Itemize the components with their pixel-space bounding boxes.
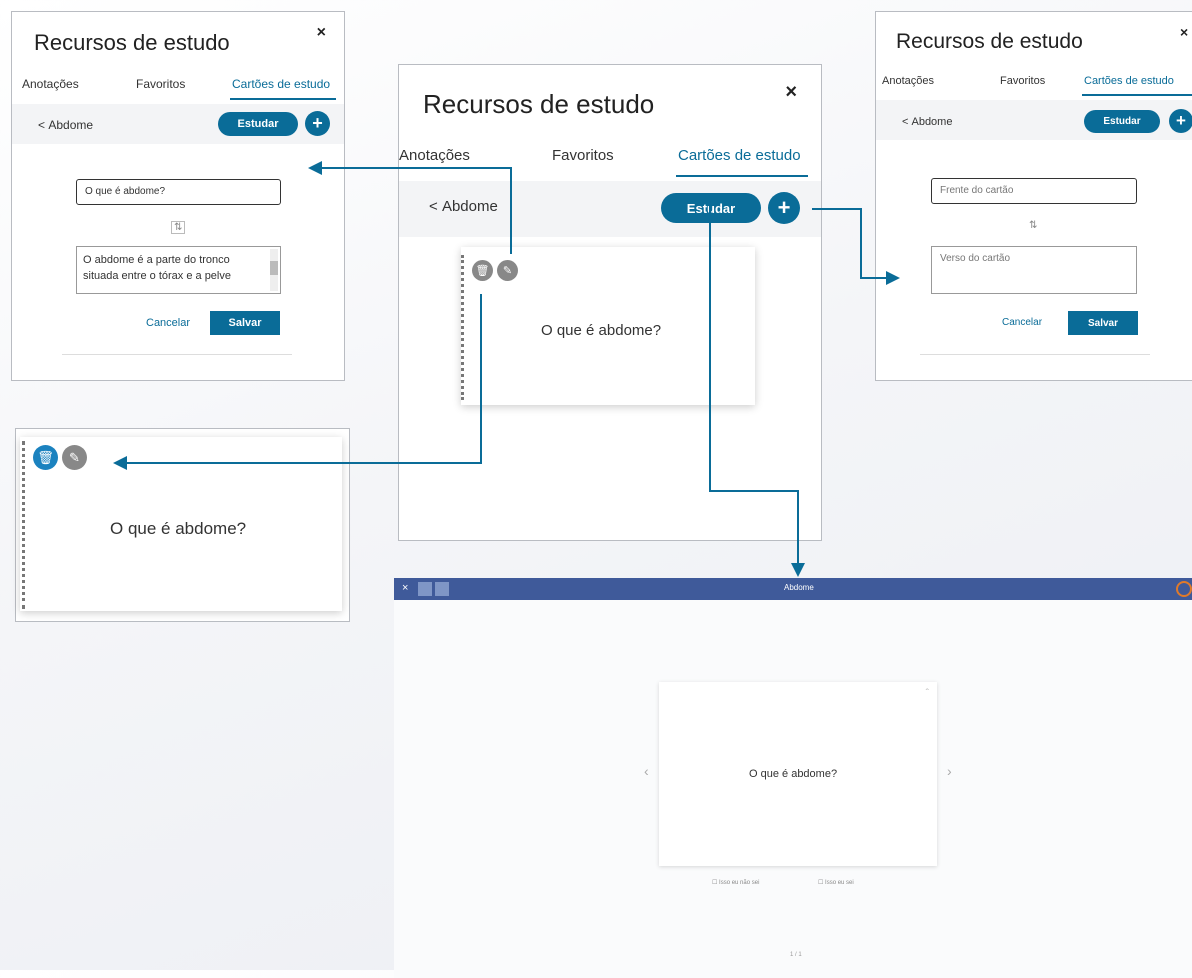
back-label: Abdome bbox=[441, 198, 498, 215]
chevron-left-icon: < bbox=[429, 198, 442, 215]
arrowhead-down-icon bbox=[791, 563, 805, 577]
study-title: Abdome bbox=[784, 583, 814, 592]
tab-cartoes[interactable]: Cartões de estudo bbox=[1084, 75, 1174, 87]
card-spine bbox=[461, 255, 464, 400]
cancel-button[interactable]: Cancelar bbox=[1002, 317, 1042, 328]
dont-know-button[interactable]: ☐ Isso eu não sei bbox=[712, 879, 759, 886]
trash-icon[interactable]: 🗑 bbox=[33, 445, 58, 470]
edit-card-panel: Recursos de estudo × Anotações Favoritos… bbox=[11, 11, 345, 381]
tab-anotacoes[interactable]: Anotações bbox=[399, 147, 470, 164]
save-button[interactable]: Salvar bbox=[210, 311, 280, 335]
pencil-icon[interactable]: ✎ bbox=[62, 445, 87, 470]
connector-line bbox=[860, 277, 888, 279]
card-menu-icon[interactable]: ˆ bbox=[926, 688, 929, 699]
study-card[interactable]: ˆ O que é abdome? bbox=[659, 682, 937, 866]
add-card-button[interactable]: + bbox=[768, 192, 800, 224]
panel-title: Recursos de estudo bbox=[34, 30, 230, 55]
thumbs-up-icon: ☐ bbox=[818, 880, 826, 886]
flip-icon[interactable]: ⇅ bbox=[171, 221, 186, 234]
list-icon[interactable] bbox=[435, 582, 449, 596]
add-card-button[interactable]: + bbox=[305, 111, 330, 136]
card-list-panel: Recursos de estudo × Anotações Favoritos… bbox=[398, 64, 822, 541]
connector-line bbox=[322, 167, 512, 169]
card-zoom-panel: 🗑 ✎ O que é abdome? bbox=[15, 428, 350, 622]
connector-line bbox=[126, 462, 482, 464]
panel-title: Recursos de estudo bbox=[896, 30, 1083, 53]
study-button[interactable]: Estudar bbox=[661, 193, 761, 223]
next-arrow[interactable]: › bbox=[947, 763, 952, 779]
tab-favoritos[interactable]: Favoritos bbox=[552, 147, 614, 164]
active-tab-underline bbox=[676, 175, 808, 177]
know-label: Isso eu sei bbox=[825, 880, 854, 886]
study-header: × Abdome bbox=[394, 578, 1192, 600]
arrowhead-right-icon bbox=[886, 271, 900, 285]
connector-line bbox=[860, 208, 862, 279]
dont-know-label: Isso eu não sei bbox=[719, 880, 760, 886]
active-tab-underline bbox=[1082, 94, 1192, 96]
close-icon[interactable]: × bbox=[402, 582, 408, 594]
front-field[interactable]: Frente do cartão bbox=[931, 178, 1137, 204]
flip-icon[interactable]: ⇅ bbox=[1029, 220, 1037, 231]
thumbs-down-icon: ☐ bbox=[712, 880, 720, 886]
back-link[interactable]: < Abdome bbox=[902, 116, 952, 128]
pencil-icon[interactable]: ✎ bbox=[497, 260, 518, 281]
study-view-panel: × Abdome ‹ ˆ O que é abdome? › ☐ Isso eu… bbox=[394, 578, 1192, 978]
page-counter: 1 / 1 bbox=[790, 952, 802, 958]
timer-icon[interactable] bbox=[1176, 581, 1192, 597]
study-button[interactable]: Estudar bbox=[1084, 110, 1160, 133]
trash-icon[interactable]: 🗑 bbox=[472, 260, 493, 281]
front-field[interactable]: O que é abdome? bbox=[76, 179, 281, 205]
card-question: O que é abdome? bbox=[110, 519, 247, 538]
save-button[interactable]: Salvar bbox=[1068, 311, 1138, 335]
back-field[interactable]: O abdome é a parte do tronco situada ent… bbox=[76, 246, 281, 294]
scrollbar[interactable] bbox=[270, 249, 278, 291]
card-spine bbox=[22, 441, 25, 609]
panel-title: Recursos de estudo bbox=[423, 89, 655, 119]
back-label: Abdome bbox=[911, 116, 953, 128]
arrowhead-left-icon bbox=[308, 161, 322, 175]
divider bbox=[920, 354, 1150, 355]
chevron-left-icon: < bbox=[38, 118, 49, 132]
close-button[interactable]: × bbox=[317, 24, 326, 42]
study-question: O que é abdome? bbox=[749, 768, 838, 780]
back-field-text: O abdome é a parte do tronco situada ent… bbox=[83, 254, 231, 282]
close-button[interactable]: × bbox=[1180, 24, 1188, 40]
new-card-panel: Recursos de estudo × Anotações Favoritos… bbox=[875, 11, 1192, 381]
back-label: Abdome bbox=[48, 118, 94, 132]
connector-line bbox=[510, 168, 512, 254]
arrowhead-left-icon bbox=[113, 456, 127, 470]
back-field[interactable]: Verso do cartão bbox=[931, 246, 1137, 294]
connector-line bbox=[797, 490, 799, 564]
tab-anotacoes[interactable]: Anotações bbox=[22, 77, 79, 91]
prev-arrow[interactable]: ‹ bbox=[644, 763, 649, 779]
add-card-button[interactable]: + bbox=[1169, 109, 1192, 133]
know-button[interactable]: ☐ Isso eu sei bbox=[818, 879, 854, 886]
tab-cartoes[interactable]: Cartões de estudo bbox=[232, 77, 330, 91]
back-link[interactable]: < Abdome bbox=[38, 118, 93, 132]
divider bbox=[62, 354, 292, 355]
connector-line bbox=[812, 208, 862, 210]
card-question: O que é abdome? bbox=[541, 322, 662, 339]
tab-favoritos[interactable]: Favoritos bbox=[136, 77, 185, 91]
connector-line bbox=[480, 294, 482, 464]
tab-favoritos[interactable]: Favoritos bbox=[1000, 75, 1045, 87]
grid-icon[interactable] bbox=[418, 582, 432, 596]
connector-line bbox=[709, 206, 711, 492]
tab-anotacoes[interactable]: Anotações bbox=[882, 75, 934, 87]
back-link[interactable]: < Abdome bbox=[429, 198, 498, 215]
connector-line bbox=[709, 490, 799, 492]
close-button[interactable]: × bbox=[785, 81, 797, 104]
cancel-button[interactable]: Cancelar bbox=[146, 317, 190, 329]
tab-cartoes[interactable]: Cartões de estudo bbox=[678, 147, 801, 164]
active-tab-underline bbox=[230, 98, 336, 100]
study-button[interactable]: Estudar bbox=[218, 112, 298, 136]
